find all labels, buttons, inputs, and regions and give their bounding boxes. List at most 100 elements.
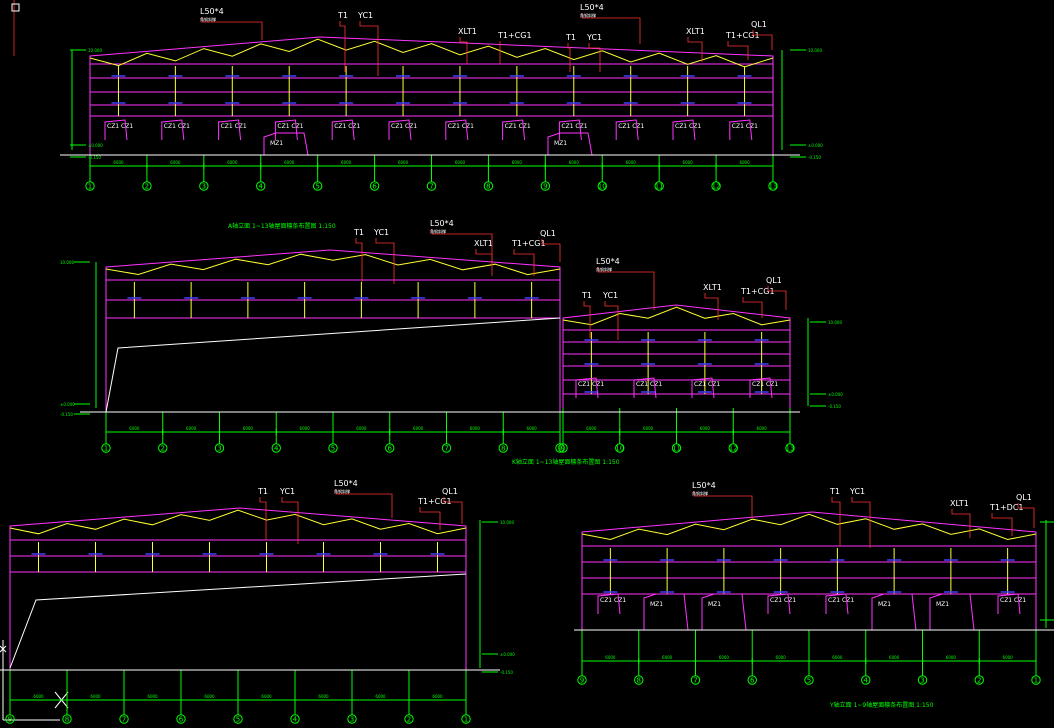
callout-text: L50*4 <box>430 219 454 228</box>
dimension-text: 6000 <box>700 426 711 431</box>
column-label: CZ1 CZ1 <box>636 381 662 388</box>
axis-label: 11 <box>655 183 664 191</box>
axis-label: 6 <box>750 677 755 685</box>
dimension-text: 6000 <box>432 694 443 699</box>
dimension-text: 6000 <box>356 426 367 431</box>
callout-text: T1+CG1 <box>511 239 546 248</box>
callout-text: T1 <box>829 487 840 496</box>
dimension-text: 6000 <box>413 426 424 431</box>
dimension-text: 6000 <box>586 426 597 431</box>
elevation-k-caption: K轴立面 1~13轴屋面檩条布置图 1:150 <box>512 458 620 466</box>
axis-label: 5 <box>331 445 335 453</box>
door-label: MZ1 <box>708 601 721 608</box>
dimension-text: 6000 <box>284 160 295 165</box>
dimension-text: 6000 <box>300 426 311 431</box>
axis-label: 2 <box>145 183 149 191</box>
axis-label: 6 <box>179 716 184 724</box>
dimension-text: 6000 <box>719 655 730 660</box>
column-label: CZ1 CZ1 <box>221 123 247 130</box>
column-label: CZ1 CZ1 <box>732 123 758 130</box>
callout-text: T1 <box>353 228 364 237</box>
level-text: 10.000 <box>808 48 822 53</box>
door-label: MZ1 <box>650 601 663 608</box>
callout-note: 角钢斜撑 <box>692 490 708 496</box>
dimension-text: 6000 <box>170 160 181 165</box>
callout-text: QL1 <box>1016 493 1032 502</box>
axis-label: 2 <box>407 716 411 724</box>
dimension-text: 6000 <box>776 655 787 660</box>
axis-label: 10 <box>615 445 624 453</box>
column-label: CZ1 CZ1 <box>578 381 604 388</box>
callout-text: QL1 <box>540 229 556 238</box>
callout-text: T1+CG1 <box>740 287 775 296</box>
level-text: ±0.000 <box>808 143 823 148</box>
column-label: CZ1 CZ1 <box>675 123 701 130</box>
callout-note: 角钢斜撑 <box>580 12 596 18</box>
dimension-text: 6000 <box>227 160 238 165</box>
callout-text: YC1 <box>602 291 618 300</box>
axis-label: 8 <box>501 445 505 453</box>
axis-label: 4 <box>864 677 869 685</box>
column-label: CZ1 CZ1 <box>600 597 626 604</box>
callout-text: L50*4 <box>334 479 358 488</box>
column-label: CZ1 CZ1 <box>561 123 587 130</box>
dimension-text: 6000 <box>33 694 44 699</box>
dimension-text: 6000 <box>643 426 654 431</box>
axis-label: 4 <box>274 445 279 453</box>
axis-label: 5 <box>236 716 240 724</box>
dimension-text: 6000 <box>512 160 523 165</box>
callout-text: YC1 <box>279 487 295 496</box>
cad-drawing-canvas[interactable]: 6000 1 6000 2 6000 3 6000 4 6000 5 6000 6 6000 7 6000 8… <box>0 0 1054 728</box>
callout-text: L50*4 <box>692 481 716 490</box>
column-label: CZ1 CZ1 <box>107 123 133 130</box>
callout-text: XLT1 <box>950 499 969 508</box>
axis-label: 1 <box>464 716 468 724</box>
axis-label: 11 <box>672 445 681 453</box>
callout-text: XLT1 <box>474 239 493 248</box>
dimension-text: 6000 <box>739 160 750 165</box>
callout-note: 角钢斜撑 <box>430 228 446 234</box>
axis-label: 8 <box>65 716 69 724</box>
column-label: CZ1 CZ1 <box>694 381 720 388</box>
dimension-text: 6000 <box>946 655 957 660</box>
axis-label: 1 <box>88 183 92 191</box>
elevation-4-title: Y轴立面 1~9轴屋面檩条布置图 1:150 <box>829 701 934 709</box>
level-text: 10.000 <box>88 48 102 53</box>
axis-label: 6 <box>372 183 377 191</box>
dimension-text: 6000 <box>243 426 254 431</box>
callout-text: T1 <box>337 11 348 20</box>
dimension-text: 6000 <box>455 160 466 165</box>
axis-label: 9 <box>543 183 547 191</box>
level-text: 10.000 <box>500 520 514 525</box>
level-text: -0.150 <box>500 670 513 675</box>
dimension-text: 6000 <box>147 694 158 699</box>
axis-label: 6 <box>388 445 393 453</box>
dimension-text: 6000 <box>470 426 481 431</box>
door-label: MZ1 <box>554 140 567 147</box>
dimension-text: 6000 <box>662 655 673 660</box>
callout-text: XLT1 <box>686 27 705 36</box>
callout-text: T1+CG1 <box>725 31 760 40</box>
column-label: CZ1 CZ1 <box>505 123 531 130</box>
level-text: -0.150 <box>828 404 841 409</box>
callout-text: T1+CG1 <box>497 31 532 40</box>
callout-text: QL1 <box>442 487 458 496</box>
column-label: CZ1 CZ1 <box>448 123 474 130</box>
dimension-text: 6000 <box>375 694 386 699</box>
axis-label: 1 <box>104 445 108 453</box>
level-text: -0.150 <box>60 412 73 417</box>
axis-label: 9 <box>561 445 565 453</box>
axis-label: 7 <box>122 716 126 724</box>
dimension-text: 6000 <box>527 426 538 431</box>
dimension-text: 6000 <box>889 655 900 660</box>
callout-note: 角钢斜撑 <box>596 266 612 272</box>
axis-label: 7 <box>444 445 448 453</box>
callout-text: QL1 <box>751 20 767 29</box>
axis-label: 9 <box>580 677 584 685</box>
axis-label: 8 <box>486 183 490 191</box>
column-label: CZ1 CZ1 <box>277 123 303 130</box>
callout-note: 角钢斜撑 <box>334 488 350 494</box>
callout-text: XLT1 <box>458 27 477 36</box>
column-label: CZ1 CZ1 <box>770 597 796 604</box>
callout-text: T1 <box>581 291 592 300</box>
